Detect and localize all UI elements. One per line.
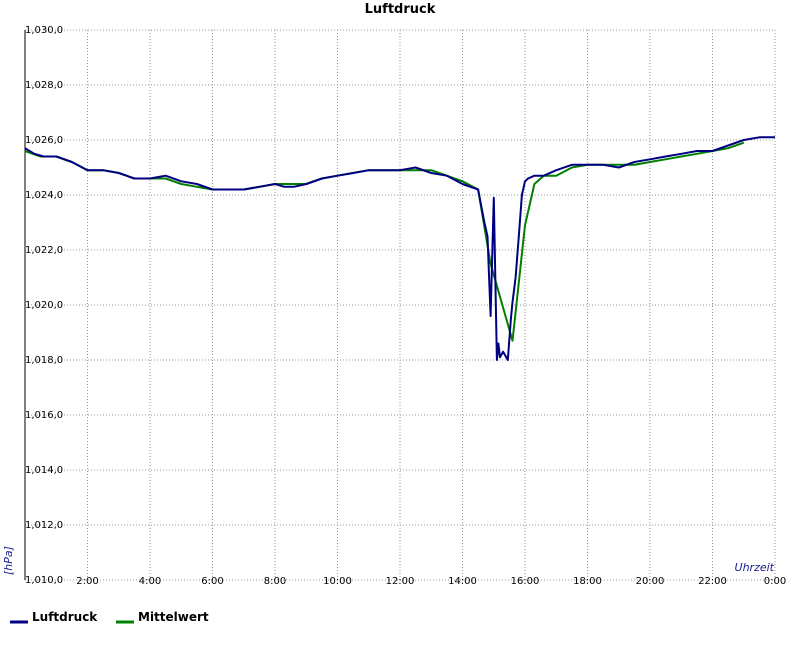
x-tick-label: 2:00: [76, 576, 98, 587]
x-tick-label: 16:00: [511, 576, 540, 587]
x-tick-label: 20:00: [636, 576, 665, 587]
x-tick-label: 4:00: [139, 576, 161, 587]
series-line-luftdruck: [24, 136, 775, 361]
y-tick-label: 1,030,0: [25, 25, 63, 36]
y-tick-label: 1,010,0: [25, 575, 63, 586]
chart: Luftdruck 1,010,01,012,01,014,01,016,01,…: [2, 2, 786, 624]
x-tick-label: 12:00: [386, 576, 415, 587]
legend-label-luftdruck: Luftdruck: [32, 610, 98, 624]
legend-label-mittelwert: Mittelwert: [138, 610, 209, 624]
x-tick-label: 22:00: [698, 576, 727, 587]
x-tick-label: 14:00: [448, 576, 477, 587]
series-lines: [24, 136, 775, 361]
x-axis-label: Uhrzeit: [735, 561, 775, 574]
grid: [25, 29, 776, 581]
y-tick-label: 1,012,0: [25, 520, 63, 531]
chart-title: Luftdruck: [365, 2, 436, 17]
x-tick-label: 10:00: [323, 576, 352, 587]
x-tick-label: 0:00: [764, 576, 786, 587]
x-tick-label: 18:00: [573, 576, 602, 587]
y-tick-label: 1,014,0: [25, 465, 63, 476]
y-tick-label: 1,020,0: [25, 300, 63, 311]
y-axis-label: [hPa]: [2, 546, 15, 575]
y-tick-labels: 1,010,0 1,012,0 1,014,0 1,016,0 1,018,0 1,020…: [25, 25, 63, 586]
x-tick-label: 6:00: [201, 576, 223, 587]
legend: Luftdruck Mittelwert: [10, 610, 209, 624]
y-tick-label: 1,016,0: [25, 410, 63, 421]
x-tick-labels: 2:00 4:00 6:00 8:00 10:00 12:00 14:00 16:00 18:0…: [76, 576, 786, 587]
y-tick-label: 1,024,0: [25, 190, 63, 201]
y-tick-label: 1,026,0: [25, 135, 63, 146]
series-line-mittelwert: [24, 141, 745, 342]
y-tick-label: 1,028,0: [25, 80, 63, 91]
y-tick-label: 1,022,0: [25, 245, 63, 256]
x-tick-label: 8:00: [264, 576, 286, 587]
y-tick-label: 1,018,0: [25, 355, 63, 366]
